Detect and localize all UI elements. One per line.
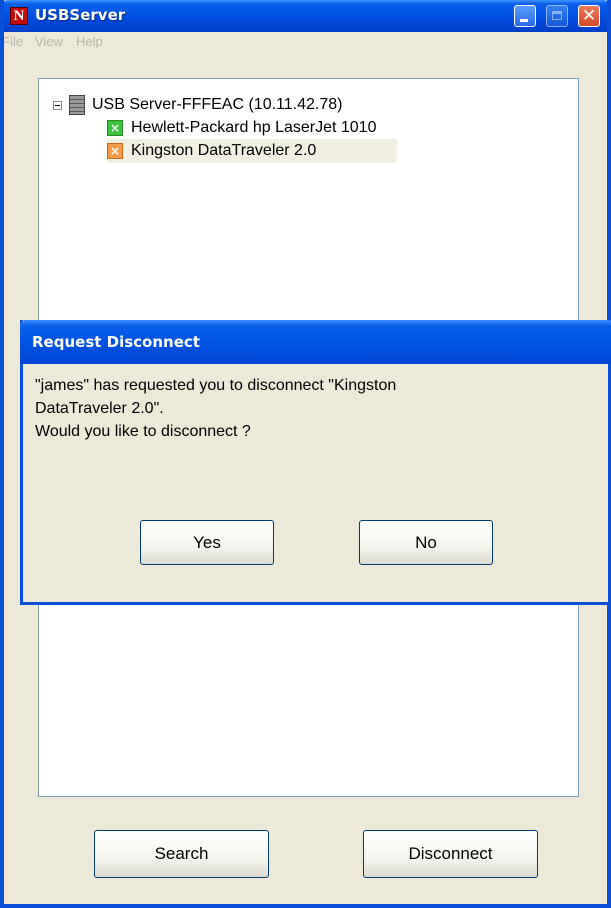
dialog-message-line: Would you like to disconnect ? — [35, 423, 251, 440]
maximize-icon — [552, 11, 562, 20]
minimize-button[interactable] — [514, 5, 536, 27]
no-button[interactable]: No — [359, 520, 493, 565]
request-disconnect-dialog: Request Disconnect "james" has requested… — [20, 320, 611, 605]
tree-item-server[interactable]: USB Server-FFFEAC (10.11.42.78) — [53, 93, 453, 117]
window-title: USBServer — [35, 6, 126, 24]
maximize-button[interactable] — [546, 5, 568, 27]
tree-item-device-selected[interactable]: × Kingston DataTraveler 2.0 — [107, 139, 397, 163]
menu-help[interactable]: Help — [76, 34, 103, 49]
dialog-message-line: DataTraveler 2.0". — [35, 400, 164, 417]
dialog-title: Request Disconnect — [32, 333, 200, 351]
close-icon: ✕ — [581, 6, 597, 26]
yes-button[interactable]: Yes — [140, 520, 274, 565]
minimize-icon — [520, 19, 528, 22]
dialog-message-line: "james" has requested you to disconnect … — [35, 377, 397, 394]
usb-device-icon: × — [107, 120, 123, 136]
server-icon — [69, 95, 85, 115]
tree-item-device[interactable]: × Hewlett-Packard hp LaserJet 1010 — [107, 116, 457, 140]
disconnect-button[interactable]: Disconnect — [363, 830, 538, 878]
dialog-title-bar[interactable]: Request Disconnect — [20, 320, 611, 364]
menu-view[interactable]: View — [35, 34, 63, 49]
collapse-toggle-icon[interactable] — [53, 101, 62, 110]
title-bar[interactable]: N USBServer ✕ — [4, 0, 607, 32]
device-label: Hewlett-Packard hp LaserJet 1010 — [131, 119, 377, 136]
dialog-message: "james" has requested you to disconnect … — [35, 374, 555, 443]
usb-device-icon: × — [107, 143, 123, 159]
close-button[interactable]: ✕ — [578, 5, 600, 27]
device-label: Kingston DataTraveler 2.0 — [131, 142, 317, 159]
menu-file[interactable]: File — [4, 34, 23, 49]
app-icon: N — [10, 7, 28, 25]
server-label: USB Server-FFFEAC (10.11.42.78) — [92, 96, 343, 113]
search-button[interactable]: Search — [94, 830, 269, 878]
menu-bar: File View Help — [4, 32, 607, 52]
